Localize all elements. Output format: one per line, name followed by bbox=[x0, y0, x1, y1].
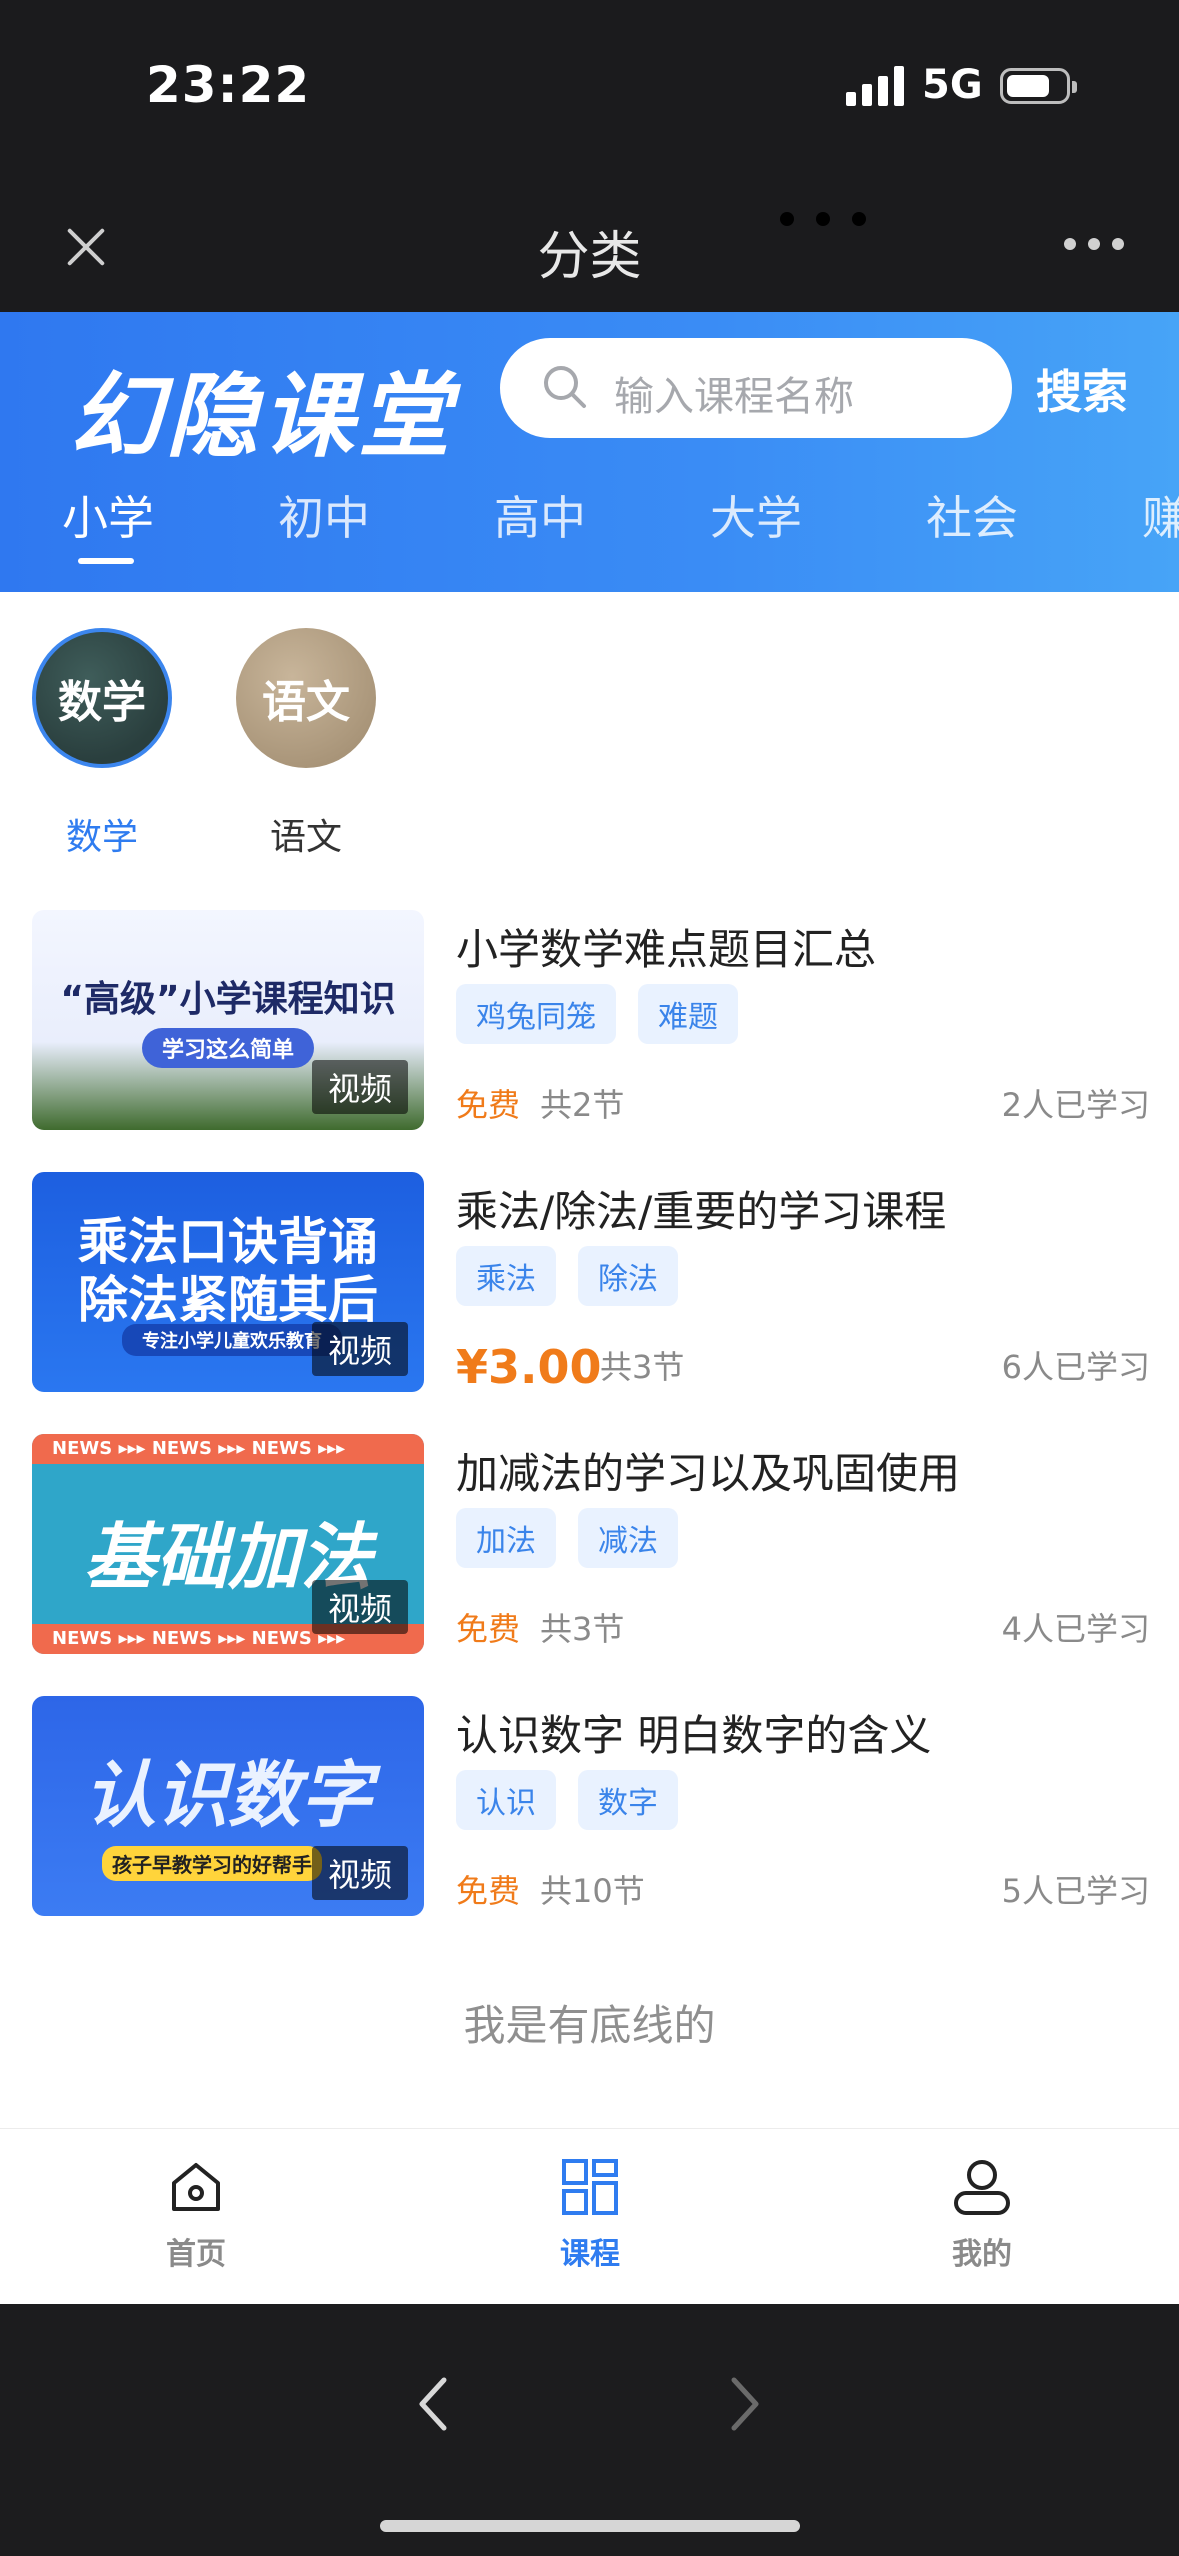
grid-icon bbox=[562, 2159, 618, 2215]
thumb-title: “高级”小学课程知识 bbox=[60, 979, 396, 1020]
course-tag: 鸡兔同笼 bbox=[456, 984, 616, 1044]
video-badge: 视频 bbox=[311, 1580, 408, 1634]
course-card[interactable]: “高级”小学课程知识 学习这么简单 视频 小学数学难点题目汇总 鸡兔同笼 难题 … bbox=[32, 910, 1150, 1130]
tab-primary[interactable]: 小学 bbox=[62, 482, 154, 548]
course-lessons: 共10节 bbox=[540, 1872, 645, 1910]
thumb-subtitle: 专注小学儿童欢乐教育 bbox=[122, 1324, 342, 1356]
course-learners: 6人已学习 bbox=[1001, 1348, 1150, 1386]
top-bar: 23:22 5G 分类 bbox=[0, 0, 1179, 312]
tab-senior-high[interactable]: 高中 bbox=[494, 482, 586, 548]
home-icon bbox=[172, 2163, 220, 2211]
course-tags: 认识 数字 bbox=[456, 1770, 678, 1830]
course-tag: 除法 bbox=[578, 1246, 678, 1306]
course-learners: 2人已学习 bbox=[1001, 1086, 1150, 1124]
course-learners: 5人已学习 bbox=[1001, 1872, 1150, 1910]
forward-arrow-icon[interactable] bbox=[724, 2374, 764, 2434]
course-tag: 减法 bbox=[578, 1508, 678, 1568]
home-indicator[interactable] bbox=[380, 2520, 800, 2532]
nav-home[interactable]: 首页 bbox=[96, 2155, 296, 2273]
thumb-subtitle: 孩子早教学习的好帮手 bbox=[102, 1846, 322, 1881]
tab-university[interactable]: 大学 bbox=[710, 482, 802, 548]
network-label: 5G bbox=[922, 62, 983, 108]
end-of-list-note: 我是有底线的 bbox=[463, 2001, 716, 2050]
nav-me[interactable]: 我的 bbox=[882, 2155, 1082, 2273]
category-chinese-label: 语文 bbox=[269, 817, 342, 858]
browser-bar bbox=[0, 2304, 1179, 2556]
course-tag: 乘法 bbox=[456, 1246, 556, 1306]
course-tags: 加法 减法 bbox=[456, 1508, 678, 1568]
back-arrow-icon[interactable] bbox=[414, 2374, 454, 2434]
course-title: 认识数字 明白数字的含义 bbox=[456, 1711, 932, 1760]
course-tags: 鸡兔同笼 难题 bbox=[456, 984, 738, 1044]
course-title: 乘法/除法/重要的学习课程 bbox=[456, 1187, 947, 1236]
course-tag: 难题 bbox=[638, 984, 738, 1044]
category-math-avatar: 数学 bbox=[32, 628, 172, 768]
bottom-nav: 首页 课程 我的 bbox=[0, 2128, 1179, 2304]
category-math-label: 数学 bbox=[65, 817, 138, 858]
thumb-subtitle: 学习这么简单 bbox=[142, 1028, 314, 1068]
thumb-title: 认识数字 bbox=[83, 1753, 372, 1837]
course-thumbnail: NEWS ▸▸▸ NEWS ▸▸▸ NEWS ▸▸▸ 基础加法 NEWS ▸▸▸… bbox=[32, 1434, 424, 1654]
nav-courses-label: 课程 bbox=[560, 2237, 620, 2272]
course-lessons: 共2节 bbox=[540, 1086, 625, 1124]
course-tag: 认识 bbox=[456, 1770, 556, 1830]
video-badge: 视频 bbox=[311, 1846, 408, 1900]
course-price: 免费 bbox=[456, 1086, 521, 1124]
nav-home-label: 首页 bbox=[166, 2237, 226, 2272]
level-tabs: 小学 初中 高中 大学 社会 赚 bbox=[0, 472, 1179, 592]
battery-icon bbox=[1000, 68, 1077, 104]
user-icon bbox=[954, 2160, 1010, 2215]
header: 幻隐课堂 输入课程名称 搜索 小学 初中 高中 大学 社会 赚 bbox=[0, 312, 1179, 592]
course-thumbnail: 认识数字 孩子早教学习的好帮手 视频 bbox=[32, 1696, 424, 1916]
signal-icon bbox=[846, 66, 904, 106]
video-badge: 视频 bbox=[311, 1322, 408, 1376]
nav-me-label: 我的 bbox=[952, 2237, 1012, 2272]
course-card[interactable]: 乘法口诀背诵 除法紧随其后 专注小学儿童欢乐教育 视频 乘法/除法/重要的学习课… bbox=[32, 1172, 1150, 1394]
course-lessons: 共3节 bbox=[600, 1348, 685, 1386]
course-price: ¥3.00 bbox=[456, 1340, 602, 1394]
course-price: 免费 bbox=[456, 1872, 521, 1910]
course-tag: 数字 bbox=[578, 1770, 678, 1830]
course-thumbnail: “高级”小学课程知识 学习这么简单 视频 bbox=[32, 910, 424, 1130]
course-title: 小学数学难点题目汇总 bbox=[456, 925, 877, 974]
category-chinese[interactable]: 语文 语文 bbox=[226, 628, 386, 860]
course-tags: 乘法 除法 bbox=[456, 1246, 678, 1306]
loading-dots-icon bbox=[780, 212, 866, 226]
status-time: 23:22 bbox=[146, 56, 311, 114]
course-card[interactable]: NEWS ▸▸▸ NEWS ▸▸▸ NEWS ▸▸▸ 基础加法 NEWS ▸▸▸… bbox=[32, 1434, 1150, 1654]
thumb-news-strip: NEWS ▸▸▸ NEWS ▸▸▸ NEWS ▸▸▸ bbox=[32, 1434, 424, 1464]
course-card[interactable]: 认识数字 孩子早教学习的好帮手 视频 认识数字 明白数字的含义 认识 数字 免费… bbox=[32, 1696, 1150, 1916]
more-icon[interactable] bbox=[1064, 238, 1124, 250]
category-math[interactable]: 数学 数学 bbox=[22, 628, 182, 860]
course-tag: 加法 bbox=[456, 1508, 556, 1568]
tab-society[interactable]: 社会 bbox=[926, 482, 1018, 548]
category-chinese-avatar: 语文 bbox=[236, 628, 376, 768]
active-tab-indicator bbox=[78, 558, 134, 564]
tab-earn[interactable]: 赚 bbox=[1142, 482, 1179, 548]
course-title: 加减法的学习以及巩固使用 bbox=[456, 1449, 961, 1498]
search-button[interactable]: 搜索 bbox=[1036, 356, 1128, 422]
course-thumbnail: 乘法口诀背诵 除法紧随其后 专注小学儿童欢乐教育 视频 bbox=[32, 1172, 424, 1392]
main-content: 数学 数学 语文 语文 “高级”小学课程知识 学习这么简单 视频 小学数学难点题… bbox=[0, 592, 1179, 2128]
search-icon bbox=[544, 366, 586, 408]
nav-courses[interactable]: 课程 bbox=[490, 2155, 690, 2273]
search-input[interactable]: 输入课程名称 bbox=[500, 338, 1012, 438]
page-title: 分类 bbox=[537, 227, 642, 287]
brand-logo: 幻隐课堂 bbox=[70, 363, 455, 470]
search-placeholder: 输入课程名称 bbox=[614, 374, 854, 420]
course-lessons: 共3节 bbox=[540, 1610, 625, 1648]
course-learners: 4人已学习 bbox=[1001, 1610, 1150, 1648]
video-badge: 视频 bbox=[311, 1060, 408, 1114]
course-price: 免费 bbox=[456, 1610, 521, 1648]
tab-junior-high[interactable]: 初中 bbox=[278, 482, 370, 548]
